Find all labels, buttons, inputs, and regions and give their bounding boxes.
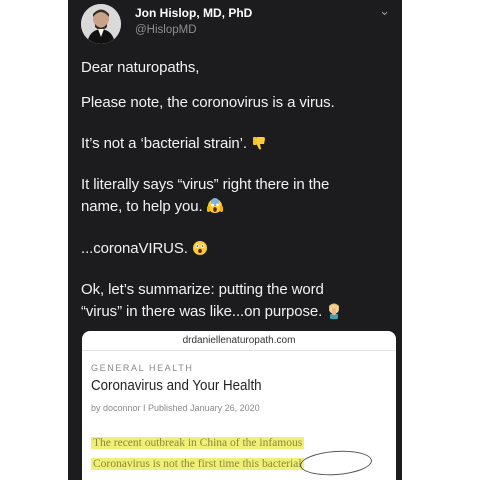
tweet-line-with-emoji: “virus” in there was like...on purpose. (81, 303, 342, 320)
article-excerpt-line: The recent outbreak in China of the infa… (91, 437, 305, 449)
avatar[interactable] (81, 4, 121, 44)
circled-word-annotation (299, 448, 373, 478)
article-category: GENERAL HEALTH (91, 363, 194, 373)
article-excerpt-line: Coronavirus is not the first time this b… (91, 458, 304, 470)
author-handle[interactable]: @HislopMD (135, 24, 197, 36)
tweet-line-text: ...coronaVIRUS. (81, 240, 188, 257)
link-domain[interactable]: drdaniellenaturopath.com (82, 335, 396, 346)
tweet-line-text: “virus” in there was like...on purpose. (81, 303, 323, 320)
chevron-down-icon[interactable]: ⌄ (379, 4, 390, 17)
tweet-line-text: It’s not a ‘bacterial strain’. (81, 135, 247, 152)
tweet-line-with-emoji: It’s not a ‘bacterial strain’. (81, 135, 267, 152)
tweet-line: Dear naturopaths, (81, 59, 200, 76)
tweet-screen: Jon Hislop, MD, PhD @HislopMD ⌄ Dear nat… (68, 0, 402, 480)
tweet-line-with-emoji: ...coronaVIRUS. (81, 240, 208, 257)
facepalm-emoji (329, 303, 340, 319)
tweet-line-text: name, to help you. (81, 198, 203, 215)
article-preview: GENERAL HEALTH Coronavirus and Your Heal… (82, 350, 396, 480)
article-title[interactable]: Coronavirus and Your Health (91, 378, 262, 394)
tweet-line-with-emoji: name, to help you. (81, 198, 223, 215)
tweet-line: It literally says “virus” right there in… (81, 176, 330, 193)
author-name[interactable]: Jon Hislop, MD, PhD (135, 6, 252, 20)
screaming-face-emoji (206, 198, 223, 213)
link-preview-card[interactable]: drdaniellenaturopath.com GENERAL HEALTH … (82, 331, 396, 480)
tweet-line: Ok, let’s summarize: putting the word (81, 281, 324, 298)
astonished-face-emoji (192, 241, 207, 255)
avatar-image (81, 4, 121, 44)
article-meta: by doconnor I Published January 26, 2020 (91, 403, 260, 413)
thumbs-down-emoji (252, 137, 265, 150)
tweet-line: Please note, the coronovirus is a virus. (81, 94, 335, 111)
